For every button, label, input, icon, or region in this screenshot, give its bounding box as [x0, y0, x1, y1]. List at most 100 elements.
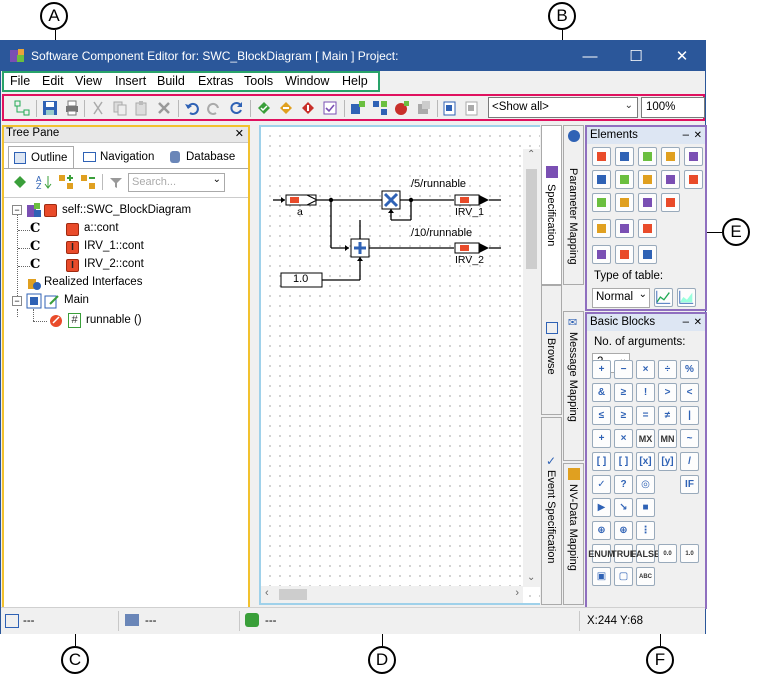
tab-nv-data-mapping[interactable]: NV-Data Mapping [563, 463, 584, 605]
scroll-right-icon[interactable]: › [515, 587, 519, 599]
table-button[interactable] [638, 245, 657, 264]
menu-view[interactable]: View [75, 74, 102, 88]
increment-block-button[interactable]: + [592, 429, 611, 448]
menu-build[interactable]: Build [157, 74, 185, 88]
menu-file[interactable]: File [10, 74, 30, 88]
validate-icon[interactable] [322, 100, 338, 116]
element-i-button[interactable] [615, 170, 634, 189]
element-lw-button[interactable] [638, 147, 657, 166]
tab-outline[interactable]: Outline [8, 146, 74, 168]
multiply-block-button[interactable]: × [636, 360, 655, 379]
bracket-block-button[interactable]: [ ] [592, 452, 611, 471]
equal-block-button[interactable]: = [636, 406, 655, 425]
copy-icon[interactable] [112, 100, 128, 116]
add-runnable-icon[interactable] [394, 100, 410, 116]
tab-browse[interactable]: Browse [541, 285, 562, 415]
menu-window[interactable]: Window [285, 74, 329, 88]
close-icon[interactable]: ✕ [694, 127, 702, 144]
navigate-back-icon[interactable] [442, 100, 458, 116]
compare-block-button[interactable]: ◎ [636, 475, 655, 494]
add-element-icon[interactable] [416, 100, 432, 116]
paste-icon[interactable] [134, 100, 150, 116]
x-select-block-button[interactable]: [x] [636, 452, 655, 471]
scroll-down-icon[interactable]: ⌄ [527, 572, 535, 583]
modulo-block-button[interactable]: % [680, 360, 699, 379]
tab-database[interactable]: Database [164, 146, 244, 168]
collapse-all-icon[interactable] [80, 174, 96, 190]
generate-icon[interactable] [300, 100, 316, 116]
element-r-button[interactable] [592, 170, 611, 189]
one-block-button[interactable]: 1.0 [680, 544, 699, 563]
element-c-button[interactable] [661, 170, 680, 189]
tree-search-input[interactable]: Search... ⌄ [128, 173, 225, 192]
y-select-block-button[interactable]: [y] [658, 452, 677, 471]
diagram-canvas[interactable]: a /5/runnable /10/runnable IRV_1 IRV_2 1… [259, 125, 580, 605]
tree-item-irv1[interactable]: IRV_1::cont [84, 240, 144, 252]
tree-item-runnable[interactable]: runnable () [86, 314, 142, 326]
not-block-button[interactable]: ! [636, 383, 655, 402]
split-block-button[interactable]: ⋮ [636, 521, 655, 540]
tree-item-irv2[interactable]: IRV_2::cont [84, 258, 144, 270]
shift-block-button[interactable]: ≥ [614, 383, 633, 402]
max-block-button[interactable]: MX [636, 429, 655, 448]
greater-equal-block-button[interactable]: ≥ [614, 406, 633, 425]
message-button[interactable] [615, 219, 634, 238]
navigate-forward-icon[interactable] [464, 100, 480, 116]
tab-message-mapping[interactable]: ✉ Message Mapping [563, 311, 584, 461]
hysteresis-block-button[interactable]: ~ [680, 429, 699, 448]
tab-specification[interactable]: Specification [541, 125, 562, 285]
print-icon[interactable] [64, 100, 80, 116]
undo-icon[interactable] [184, 100, 200, 116]
and-block-button[interactable]: & [592, 383, 611, 402]
element-lo-button[interactable] [615, 147, 634, 166]
element-w-button[interactable] [638, 170, 657, 189]
element-lr-button[interactable] [592, 147, 611, 166]
add-port-icon[interactable] [350, 100, 366, 116]
frame-block-button[interactable]: ▢ [614, 567, 633, 586]
close-button[interactable]: ✕ [659, 41, 705, 71]
enum-block-button[interactable]: ENUM [588, 544, 615, 563]
chart-area-button[interactable] [677, 288, 696, 307]
message-receive-button[interactable] [638, 219, 657, 238]
minimize-button[interactable]: — [567, 41, 613, 71]
subtract-block-button[interactable]: − [614, 360, 633, 379]
zero-block-button[interactable]: 0.0 [658, 544, 677, 563]
sync-icon[interactable] [12, 174, 28, 190]
checkbox-block-button[interactable]: ✓ [592, 475, 611, 494]
condition-block-button[interactable]: ? [614, 475, 633, 494]
build-icon[interactable] [278, 100, 294, 116]
save-icon[interactable] [42, 100, 58, 116]
step-block-button[interactable]: ↘ [614, 498, 633, 517]
element-runnable-button[interactable] [661, 193, 680, 212]
matrix-button[interactable] [615, 245, 634, 264]
tree-item-realized-interfaces[interactable]: Realized Interfaces [44, 276, 142, 288]
play-block-button[interactable]: ▶ [592, 498, 611, 517]
if-block-button[interactable]: IF [680, 475, 699, 494]
diagram-tree-icon[interactable] [14, 100, 30, 116]
vscroll-thumb[interactable] [526, 169, 537, 269]
add-composition-icon[interactable] [372, 100, 388, 116]
demux-block-button[interactable]: ⊕ [614, 521, 633, 540]
filter-icon[interactable] [108, 174, 124, 190]
mux-block-button[interactable]: ⊕ [592, 521, 611, 540]
minimize-icon[interactable]: – [683, 127, 689, 144]
filter-dropdown[interactable]: <Show all> ⌄ [488, 97, 638, 118]
tree-item-a[interactable]: a::cont [84, 222, 119, 234]
diagram-hscrollbar[interactable]: ‹ › [261, 586, 523, 603]
close-icon[interactable]: ✕ [694, 314, 702, 331]
sort-az-icon[interactable]: AZ [36, 174, 52, 190]
tab-parameter-mapping[interactable]: Parameter Mapping [563, 125, 584, 285]
refresh-icon[interactable] [228, 100, 244, 116]
check-model-icon[interactable] [256, 100, 272, 116]
ramp-block-button[interactable]: / [680, 452, 699, 471]
greater-block-button[interactable]: > [658, 383, 677, 402]
min-block-button[interactable]: MN [658, 429, 677, 448]
redo-icon[interactable] [206, 100, 222, 116]
message-send-button[interactable] [592, 219, 611, 238]
collapse-node-icon[interactable]: − [12, 205, 22, 215]
zoom-field[interactable]: 100% [641, 97, 705, 118]
less-equal-block-button[interactable]: ≤ [592, 406, 611, 425]
menu-insert[interactable]: Insert [115, 74, 146, 88]
title-bar[interactable]: Software Component Editor for: SWC_Block… [1, 41, 705, 71]
less-block-button[interactable]: < [680, 383, 699, 402]
